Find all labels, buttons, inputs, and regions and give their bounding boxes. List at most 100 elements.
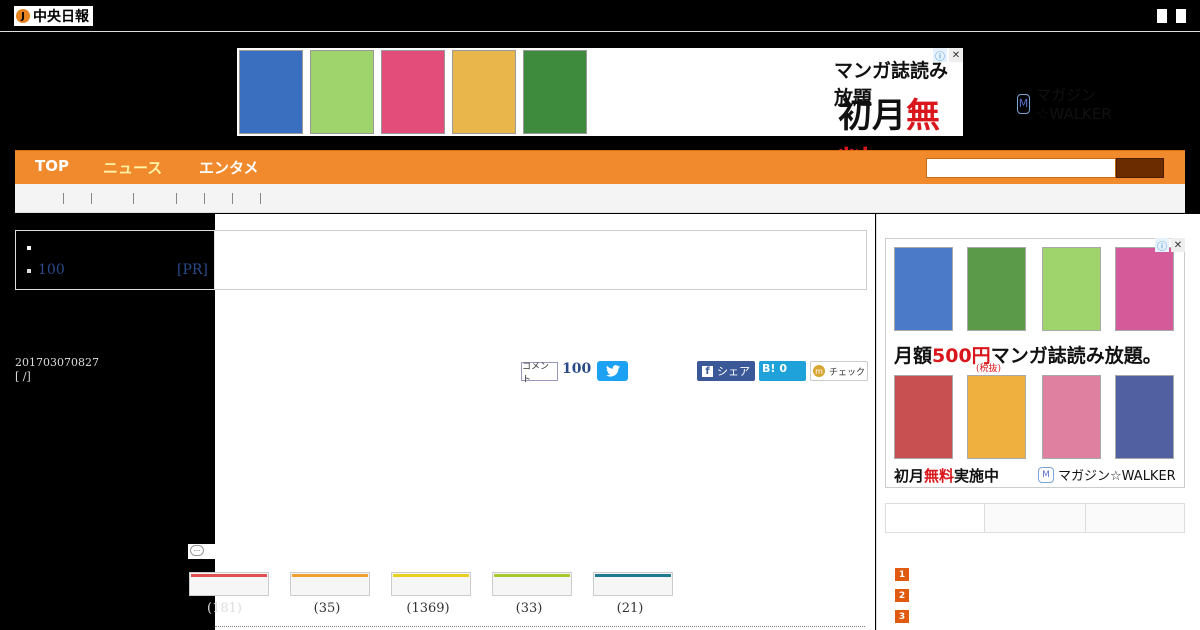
search-button[interactable] bbox=[1116, 158, 1164, 178]
mixi-check-label: チェック bbox=[828, 367, 865, 378]
nav-item-entertainment[interactable]: エンタメ bbox=[199, 157, 259, 178]
magazine-cover bbox=[1115, 375, 1174, 459]
ad-free: 無料 bbox=[924, 467, 955, 485]
facebook-share-button[interactable]: f シェア bbox=[697, 361, 755, 381]
magazine-walker-icon: M bbox=[1038, 466, 1054, 483]
subnav-divider bbox=[260, 193, 261, 204]
article-breadcrumb[interactable]: [ /] bbox=[15, 370, 99, 384]
reaction-count: (21) bbox=[616, 601, 644, 616]
rank-badge: 1 bbox=[895, 568, 909, 581]
magazine-cover bbox=[1042, 247, 1101, 331]
divider bbox=[215, 626, 865, 627]
list-bullet bbox=[27, 246, 31, 250]
magazine-cover bbox=[310, 50, 374, 134]
subnav-divider bbox=[204, 193, 205, 204]
magazine-cover bbox=[894, 375, 953, 459]
sidebar-ad-brand: M マガジン☆WALKER bbox=[1038, 465, 1176, 484]
ranking-tab[interactable] bbox=[1086, 504, 1184, 532]
top-banner-ad[interactable]: マンガ誌読み放題 初月無料 M マガジン☆WALKER ⓘ ✕ bbox=[237, 48, 1112, 185]
subnav-divider bbox=[176, 193, 177, 204]
magazine-cover bbox=[967, 247, 1026, 331]
banner-brand-label: マガジン☆WALKER bbox=[1035, 86, 1112, 123]
reaction-color-bar bbox=[191, 574, 267, 577]
related-links-inner bbox=[15, 230, 215, 290]
magazine-cover bbox=[523, 50, 587, 134]
hatena-icon: B! bbox=[762, 362, 776, 375]
adchoices-icon[interactable]: ⓘ bbox=[933, 48, 947, 63]
hatena-bookmark-button[interactable]: B! 0 bbox=[759, 361, 806, 381]
tax-note: (税抜) bbox=[976, 364, 1002, 374]
magazine-walker-icon: M bbox=[1017, 93, 1030, 114]
reaction-color-bar bbox=[595, 574, 671, 577]
reaction-button[interactable] bbox=[593, 572, 673, 596]
reaction-button[interactable] bbox=[492, 572, 572, 596]
ranking-tab[interactable] bbox=[985, 504, 1086, 532]
reaction-color-bar bbox=[393, 574, 469, 577]
magazine-cover bbox=[1115, 247, 1174, 331]
logo-text: 中央日報 bbox=[33, 9, 89, 25]
comment-count[interactable]: 100 bbox=[562, 361, 591, 377]
hatena-count: 0 bbox=[779, 362, 788, 375]
reaction-header: ··· bbox=[188, 544, 215, 559]
reaction-count: (1369) bbox=[406, 601, 450, 616]
sub-nav bbox=[15, 184, 1185, 213]
reaction-color-bar bbox=[292, 574, 368, 577]
sidebar-ad[interactable]: 月額500円マンガ誌読み放題。 (税抜) 初月無料実施中 M マガジン☆WALK… bbox=[885, 238, 1185, 488]
rank-badge: 3 bbox=[895, 610, 909, 623]
close-icon[interactable]: ✕ bbox=[1171, 238, 1185, 252]
sidebar-ad-headline: 月額500円マンガ誌読み放題。 bbox=[894, 341, 1162, 368]
ad-unlimited: マンガ誌読み放題。 bbox=[990, 345, 1162, 367]
mixi-check-button[interactable]: m チェック bbox=[810, 361, 868, 381]
user-menu-icon[interactable] bbox=[1176, 9, 1186, 23]
search-input[interactable] bbox=[926, 158, 1116, 178]
reaction-color-bar bbox=[494, 574, 570, 577]
ranking-tabs bbox=[885, 503, 1185, 533]
reaction-count: (35) bbox=[313, 601, 341, 616]
subnav-divider bbox=[133, 193, 134, 204]
list-bullet bbox=[27, 269, 31, 273]
reaction-button[interactable] bbox=[391, 572, 471, 596]
banner-first-month: 初月 bbox=[838, 96, 906, 136]
top-bar: J 中央日報 bbox=[0, 0, 1200, 32]
mixi-icon: m bbox=[812, 365, 825, 377]
ad-first-month: 初月 bbox=[894, 467, 925, 485]
comment-button[interactable]: コメント bbox=[521, 362, 558, 385]
site-logo[interactable]: J 中央日報 bbox=[14, 6, 93, 26]
magazine-cover bbox=[894, 247, 953, 331]
ad-monthly: 月額 bbox=[894, 345, 933, 367]
subnav-divider bbox=[63, 193, 64, 204]
reaction-button[interactable] bbox=[290, 572, 370, 596]
speech-bubble-icon: ··· bbox=[190, 545, 204, 556]
twitter-share-button[interactable] bbox=[597, 361, 628, 381]
magazine-cover bbox=[967, 375, 1026, 459]
related-link-count[interactable]: 100 bbox=[38, 262, 65, 278]
twitter-bird-icon bbox=[605, 365, 620, 377]
banner-brand: M マガジン☆WALKER bbox=[1017, 84, 1119, 123]
magazine-cover bbox=[239, 50, 303, 134]
adchoices-icon[interactable]: ⓘ bbox=[1155, 238, 1169, 253]
sidebar-ad-brand-label: マガジン☆WALKER bbox=[1058, 469, 1176, 484]
rank-badge: 2 bbox=[895, 589, 909, 602]
nav-item-top[interactable]: TOP bbox=[35, 157, 69, 175]
reaction-button[interactable] bbox=[189, 572, 269, 596]
sidebar-ad-offer: 初月無料実施中 bbox=[894, 465, 999, 486]
magazine-cover bbox=[1042, 375, 1101, 459]
pr-label[interactable]: [PR] bbox=[177, 262, 208, 278]
ranking-tab[interactable] bbox=[886, 504, 985, 532]
article-date: 201703070827 bbox=[15, 356, 99, 369]
reaction-count: (33) bbox=[515, 601, 543, 616]
article-meta: 201703070827 [ /] bbox=[15, 356, 99, 384]
logo-icon: J bbox=[16, 9, 30, 23]
ad-in-progress: 実施中 bbox=[954, 467, 1000, 485]
magazine-cover bbox=[452, 50, 516, 134]
magazine-cover bbox=[381, 50, 445, 134]
subnav-divider bbox=[91, 193, 92, 204]
close-icon[interactable]: ✕ bbox=[949, 48, 963, 62]
reaction-count: (181) bbox=[207, 601, 242, 616]
menu-toggle-icon[interactable] bbox=[1157, 9, 1167, 23]
facebook-share-label: シェア bbox=[717, 365, 750, 378]
nav-item-news[interactable]: ニュース bbox=[103, 157, 162, 178]
facebook-icon: f bbox=[702, 365, 713, 377]
subnav-divider bbox=[232, 193, 233, 204]
main-nav: TOP ニュース エンタメ bbox=[15, 150, 1185, 184]
